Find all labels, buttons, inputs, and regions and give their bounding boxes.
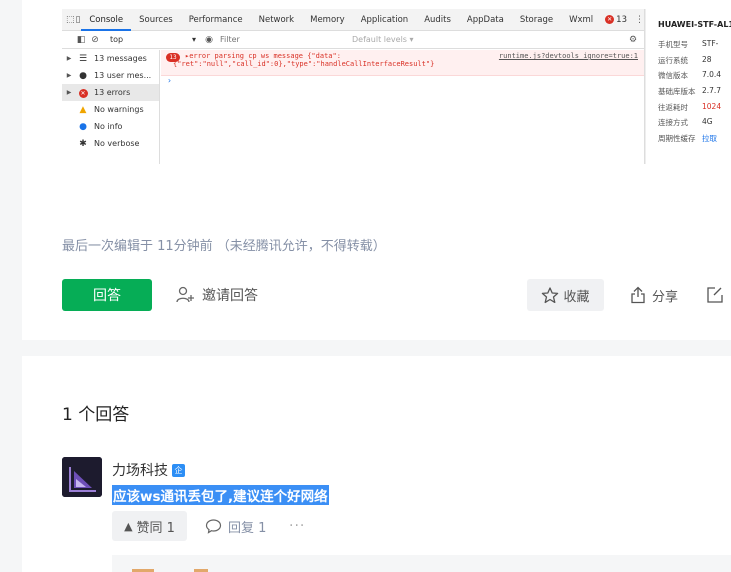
console-filter-input[interactable]	[216, 32, 346, 47]
like-button[interactable]: ▲ 赞同 1	[112, 511, 187, 541]
device-info-row: 周期性缓存 拉取	[658, 134, 717, 144]
error-count-pill: 13	[166, 53, 180, 62]
log-levels-select[interactable]: Default levels ▾	[352, 35, 414, 44]
eye-icon[interactable]: ◉	[202, 29, 216, 51]
tab-console[interactable]: Console	[81, 9, 132, 31]
sidebar-toggle-icon[interactable]: ◧	[74, 29, 88, 51]
device-info-row: 微信版本 7.0.4	[658, 70, 722, 81]
error-icon: ✕	[78, 88, 88, 98]
console-sidebar: ▶ ☰ 13 messages ▶ ● 13 user mes... ▶ ✕ 1…	[62, 50, 160, 164]
context-value: top	[110, 35, 124, 44]
edit-button[interactable]	[706, 279, 724, 311]
reply-button[interactable]: 回复 1	[205, 511, 266, 541]
user-icon: ●	[79, 70, 87, 81]
invite-answer-button[interactable]: 邀请回答	[176, 279, 258, 311]
info-icon: ●	[79, 121, 87, 132]
devtools-screenshot: ⬚ ▯ Console Sources Performance Network …	[62, 9, 731, 164]
sidebar-item-warnings[interactable]: ▲ No warnings	[62, 101, 159, 118]
caret-down-icon: ▾	[191, 35, 196, 44]
invite-user-icon	[176, 286, 194, 303]
context-select[interactable]: top ▾	[102, 35, 202, 44]
avatar[interactable]	[62, 457, 102, 497]
sidebar-item-info[interactable]: ● No info	[62, 118, 159, 135]
tab-sources[interactable]: Sources	[131, 9, 181, 31]
console-filter-bar: ◧ ⊘ top ▾ ◉ Default levels ▾ ⚙	[62, 31, 644, 49]
author-name-text: 力场科技	[112, 463, 168, 479]
more-vertical-icon[interactable]: ⋮	[635, 9, 644, 31]
device-info-row: 运行系统 28	[658, 54, 712, 65]
tab-performance[interactable]: Performance	[181, 9, 251, 31]
more-options-button[interactable]: ···	[289, 511, 305, 541]
like-label: 赞同 1	[136, 520, 175, 536]
reply-preview-strip	[112, 555, 731, 572]
star-icon	[542, 286, 559, 303]
expand-arrow-icon: ▶	[66, 55, 72, 62]
tab-storage[interactable]: Storage	[512, 9, 561, 31]
answer-button[interactable]: 回答	[62, 279, 152, 311]
triangle-up-icon: ▲	[124, 519, 133, 533]
favorite-label: 收藏	[563, 289, 590, 305]
tab-appdata[interactable]: AppData	[459, 9, 512, 31]
tab-network[interactable]: Network	[251, 9, 303, 31]
inspect-icon: ⬚	[66, 14, 75, 25]
device-info-row: 连接方式 4G	[658, 117, 713, 128]
sidebar-item-errors[interactable]: ▶ ✕ 13 errors	[62, 84, 159, 101]
answer-author[interactable]: 力场科技 企	[112, 460, 185, 480]
sidebar-item-messages[interactable]: ▶ ☰ 13 messages	[62, 50, 159, 67]
error-count: 13	[616, 14, 627, 25]
error-source-link[interactable]: runtime.js?devtools_ignore=true:1	[499, 52, 638, 60]
answer-content: 应该ws通讯丢包了,建议连个好网络	[112, 485, 329, 505]
list-icon: ☰	[78, 53, 88, 64]
tab-application[interactable]: Application	[353, 9, 417, 31]
error-icon: ✕	[605, 15, 615, 24]
devtools-console: ⬚ ▯ Console Sources Performance Network …	[62, 9, 645, 164]
favorite-button[interactable]: 收藏	[527, 279, 604, 311]
comment-icon	[205, 519, 222, 534]
device-title: HUAWEI-STF-AL10	[658, 20, 731, 29]
invite-answer-label: 邀请回答	[202, 288, 258, 304]
expand-arrow-icon: ▶	[66, 89, 72, 96]
devtools-tab-bar: ⬚ ▯ Console Sources Performance Network …	[62, 9, 644, 31]
sidebar-item-user-messages[interactable]: ▶ ● 13 user mes...	[62, 67, 159, 84]
console-prompt[interactable]: ›	[161, 76, 644, 85]
tab-memory[interactable]: Memory	[302, 9, 353, 31]
console-error-line[interactable]: 13 ▸error parsing cp ws message {"data":…	[161, 50, 644, 76]
reply-label: 回复 1	[228, 520, 267, 536]
device-info-row: 基础库版本 2.7.7	[658, 86, 722, 97]
edit-icon	[707, 287, 723, 303]
share-button[interactable]: 分享	[630, 279, 678, 311]
enterprise-badge-icon: 企	[172, 463, 185, 477]
device-info-row: 往返耗时 1024	[658, 101, 722, 112]
tab-audits[interactable]: Audits	[416, 9, 459, 31]
answers-count-heading: 1 个回答	[62, 405, 130, 425]
share-icon	[631, 286, 645, 304]
settings-gear-icon[interactable]: ⚙	[626, 29, 640, 51]
tab-wxml[interactable]: Wxml	[561, 9, 601, 31]
sidebar-item-verbose[interactable]: ✱ No verbose	[62, 135, 159, 152]
error-message-line2: {"ret":"null","call_id":0},"type":"handl…	[173, 60, 435, 68]
warning-icon: ▲	[79, 104, 87, 115]
expand-arrow-icon: ▶	[66, 72, 72, 79]
error-count-badge[interactable]: ✕ 13	[605, 15, 627, 25]
clear-console-icon[interactable]: ⊘	[88, 29, 102, 51]
device-info-row: 手机型号 STF-	[658, 39, 719, 49]
company-logo-icon	[62, 457, 102, 497]
last-edited-text: 最后一次编辑于 11分钟前 （未经腾讯允许，不得转载）	[62, 239, 386, 254]
device-info-panel: HUAWEI-STF-AL10 手机型号STF- 运行系统28 微信版本7.0.…	[645, 9, 731, 164]
console-log: 13 ▸error parsing cp ws message {"data":…	[161, 50, 644, 90]
device-icon: ▯	[75, 14, 81, 25]
bug-icon: ✱	[79, 138, 87, 149]
share-label: 分享	[652, 289, 679, 305]
